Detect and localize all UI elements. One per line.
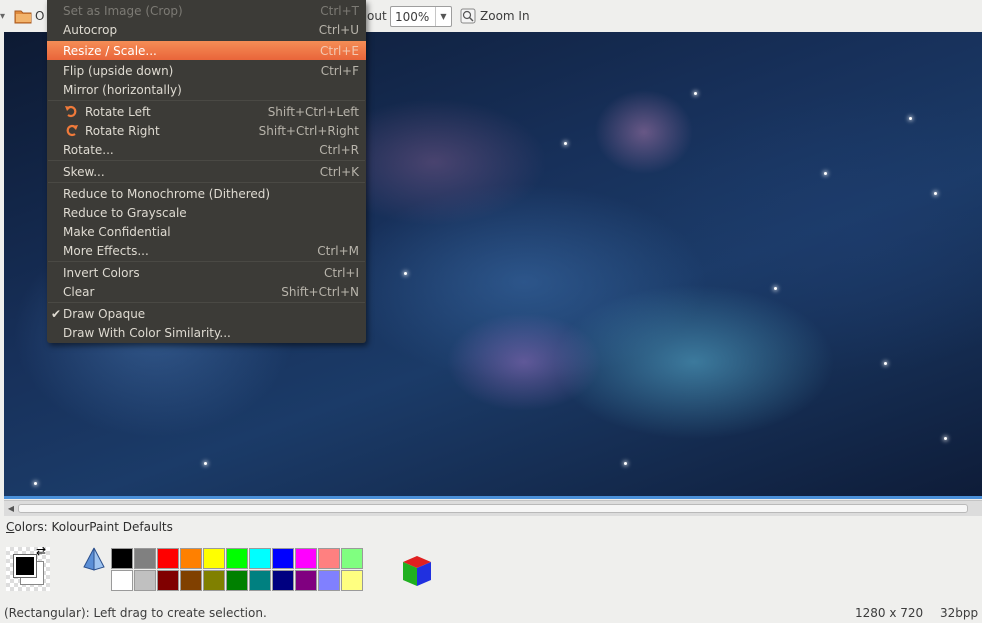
swap-colors-icon[interactable]: ⇄ — [36, 544, 46, 558]
scroll-left-icon[interactable]: ◀ — [6, 503, 16, 514]
palette-swatch[interactable] — [318, 548, 340, 569]
menu-separator — [48, 100, 365, 101]
menu-item-more-effects[interactable]: More Effects... Ctrl+M — [47, 241, 366, 260]
color-cube-icon[interactable] — [399, 552, 435, 588]
rotate-right-icon — [66, 124, 78, 137]
menu-separator — [48, 261, 365, 262]
menu-item-rotate[interactable]: Rotate... Ctrl+R — [47, 140, 366, 159]
palette-swatch[interactable] — [203, 570, 225, 591]
palette-swatch[interactable] — [318, 570, 340, 591]
colors-label: Colors: KolourPaint Defaults — [6, 520, 173, 534]
menu-item-clear[interactable]: Clear Shift+Ctrl+N — [47, 282, 366, 301]
menu-item-reduce-monochrome[interactable]: Reduce to Monochrome (Dithered) — [47, 184, 366, 203]
horizontal-scrollbar[interactable]: ◀ — [4, 500, 982, 516]
star — [404, 272, 407, 275]
chevron-down-icon: ▼ — [435, 7, 451, 26]
zoom-out-label: out — [367, 9, 387, 23]
palette-swatch[interactable] — [111, 570, 133, 591]
palette-swatch[interactable] — [341, 548, 363, 569]
palette-swatch[interactable] — [111, 548, 133, 569]
palette-swatch[interactable] — [226, 548, 248, 569]
palette-swatch[interactable] — [180, 548, 202, 569]
star — [884, 362, 887, 365]
palette-swatch[interactable] — [203, 548, 225, 569]
menu-item-rotate-right[interactable]: Rotate Right Shift+Ctrl+Right — [47, 121, 366, 140]
menu-separator — [48, 160, 365, 161]
scrollbar-thumb[interactable] — [18, 504, 968, 513]
zoom-in-label: Zoom In — [480, 9, 530, 23]
checkmark-icon: ✔ — [51, 306, 62, 321]
folder-icon — [14, 10, 32, 24]
palette-swatch[interactable] — [134, 570, 156, 591]
star — [694, 92, 697, 95]
toolbar-edge-arrow: ▾ — [0, 10, 6, 22]
palette-swatch[interactable] — [341, 570, 363, 591]
menu-item-mirror[interactable]: Mirror (horizontally) — [47, 80, 366, 99]
menu-item-rotate-left[interactable]: Rotate Left Shift+Ctrl+Left — [47, 102, 366, 121]
menu-item-invert-colors[interactable]: Invert Colors Ctrl+I — [47, 263, 366, 282]
palette-swatch[interactable] — [295, 548, 317, 569]
zoom-out-button[interactable]: out — [367, 0, 387, 32]
palette-swatch[interactable] — [249, 570, 271, 591]
star — [624, 462, 627, 465]
star — [824, 172, 827, 175]
menu-item-reduce-grayscale[interactable]: Reduce to Grayscale — [47, 203, 366, 222]
star — [944, 437, 947, 440]
rotate-left-icon — [65, 105, 77, 118]
image-menu: Set as Image (Crop) Ctrl+T Autocrop Ctrl… — [47, 0, 366, 343]
menu-item-make-confidential[interactable]: Make Confidential — [47, 222, 366, 241]
zoom-in-button[interactable]: Zoom In — [460, 0, 530, 32]
star — [34, 482, 37, 485]
foreground-background-color-box[interactable]: ⇄ — [6, 544, 50, 591]
color-palette — [111, 548, 363, 591]
zoom-select[interactable]: 100% ▼ — [390, 6, 452, 27]
star — [934, 192, 937, 195]
menu-item-set-as-image-crop[interactable]: Set as Image (Crop) Ctrl+T — [47, 1, 366, 20]
image-bpp: 32bpp — [940, 606, 979, 620]
star — [774, 287, 777, 290]
menu-item-draw-color-similarity[interactable]: Draw With Color Similarity... — [47, 323, 366, 342]
menu-item-autocrop[interactable]: Autocrop Ctrl+U — [47, 20, 366, 39]
star — [204, 462, 207, 465]
foreground-color-swatch[interactable] — [13, 554, 37, 578]
star — [564, 142, 567, 145]
palette-swatch[interactable] — [134, 548, 156, 569]
menu-separator — [48, 182, 365, 183]
palette-swatch[interactable] — [272, 570, 294, 591]
menu-item-draw-opaque[interactable]: ✔ Draw Opaque — [47, 304, 366, 323]
zoom-value: 100% — [395, 9, 430, 24]
star — [909, 117, 912, 120]
palette-swatch[interactable] — [272, 548, 294, 569]
palette-swatch[interactable] — [295, 570, 317, 591]
image-size: 1280 x 720 — [855, 606, 924, 620]
palette-swatch[interactable] — [226, 570, 248, 591]
menu-separator — [48, 302, 365, 303]
palette-swatch[interactable] — [157, 548, 179, 569]
open-button[interactable]: O — [14, 0, 44, 32]
menu-item-flip[interactable]: Flip (upside down) Ctrl+F — [47, 61, 366, 80]
palette-swatch[interactable] — [249, 548, 271, 569]
color-picker-prism-icon[interactable] — [82, 547, 106, 571]
menu-item-skew[interactable]: Skew... Ctrl+K — [47, 162, 366, 181]
zoom-in-icon — [460, 8, 476, 24]
open-button-label: O — [35, 9, 45, 23]
palette-swatch[interactable] — [180, 570, 202, 591]
menu-item-resize-scale[interactable]: Resize / Scale... Ctrl+E — [47, 41, 366, 60]
palette-swatch[interactable] — [157, 570, 179, 591]
canvas-resize-edge[interactable] — [4, 496, 982, 499]
status-bar: (Rectangular): Left drag to create selec… — [0, 603, 982, 623]
status-message: (Rectangular): Left drag to create selec… — [4, 606, 267, 620]
